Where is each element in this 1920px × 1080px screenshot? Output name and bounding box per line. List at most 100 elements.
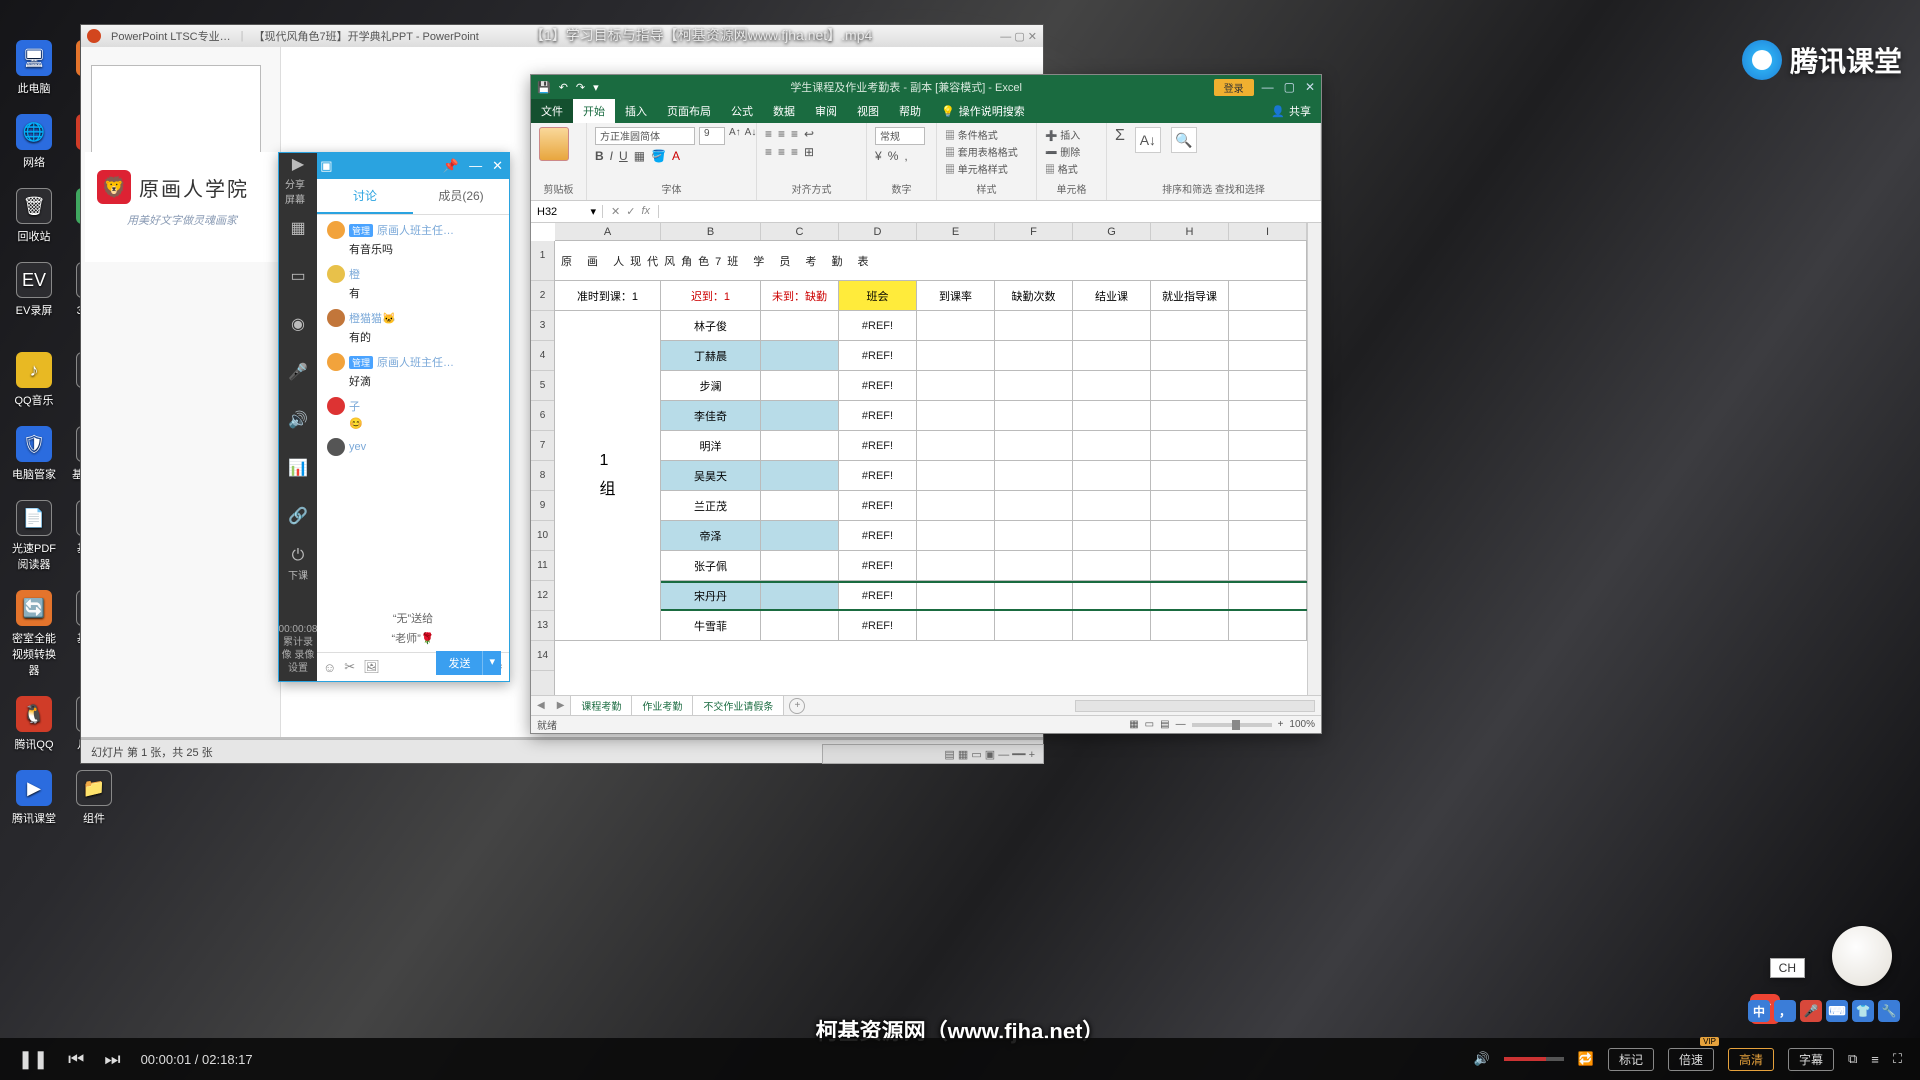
table-format-button[interactable]: ▦ 套用表格格式 (945, 144, 1018, 159)
shrink-font-icon[interactable]: A↓ (745, 127, 757, 145)
desktop-icon[interactable]: 🗑回收站 (12, 188, 56, 244)
tab-formula[interactable]: 公式 (721, 99, 763, 123)
speed-button[interactable]: 倍速 (1668, 1048, 1714, 1071)
view-break-icon[interactable]: ▤ (1160, 719, 1169, 730)
mark-button[interactable]: 标记 (1608, 1048, 1654, 1071)
mic-icon[interactable]: 🎤 (285, 355, 311, 389)
excel-titlebar[interactable]: 💾↶↷▾ 学生课程及作业考勤表 - 副本 [兼容模式] - Excel 登录 —… (531, 75, 1321, 99)
align-mid-icon[interactable]: ≡ (778, 127, 785, 141)
fill-color-icon[interactable]: 🪣 (651, 149, 666, 163)
close-icon[interactable]: ✕ (492, 158, 503, 174)
font-size-select[interactable]: 9 (699, 127, 725, 145)
tab-home[interactable]: 开始 (573, 99, 615, 123)
fx-cancel-icon[interactable]: ✕ (611, 205, 620, 218)
ime-punct-button[interactable]: ， (1774, 1000, 1796, 1022)
tab-layout[interactable]: 页面布局 (657, 99, 721, 123)
tab-discuss[interactable]: 讨论 (317, 179, 413, 214)
tab-view[interactable]: 视图 (847, 99, 889, 123)
align-right-icon[interactable]: ≡ (791, 145, 798, 159)
fx-icon[interactable]: fx (641, 205, 650, 218)
ime-lang-indicator[interactable]: CH (1770, 958, 1805, 978)
settings-player-icon[interactable]: ≡ (1871, 1052, 1879, 1067)
desktop-icon[interactable]: 🖥此电脑 (12, 40, 56, 96)
volume-slider[interactable] (1504, 1057, 1564, 1061)
font-name-select[interactable]: 方正准圆简体 (595, 127, 695, 145)
desktop-icon[interactable]: 🐧腾讯QQ (12, 696, 56, 752)
autosum-icon[interactable]: Σ (1115, 127, 1125, 145)
send-dropdown[interactable]: ▾ (482, 651, 501, 675)
desktop-icon[interactable]: 📄光速PDF阅读器 (12, 500, 56, 572)
clear-icon[interactable]: ✂ (344, 659, 355, 675)
min-icon[interactable]: — (469, 158, 482, 174)
view-normal-icon[interactable]: ▦ (1129, 719, 1138, 730)
ppt-view-toolbar[interactable]: ▤ ▦ ▭ ▣ — ━━ + (822, 744, 1044, 764)
image-icon[interactable]: 🖼 (363, 659, 380, 675)
ime-mic-button[interactable]: 🎤 (1800, 1000, 1822, 1022)
sheet-tab[interactable]: 作业考勤 (631, 695, 693, 716)
add-sheet-button[interactable]: + (789, 698, 805, 714)
number-format-select[interactable]: 常规 (875, 127, 925, 145)
sort-filter-button[interactable]: A↓ (1135, 127, 1161, 153)
row-headers[interactable]: 1234567891011121314 (531, 241, 555, 695)
login-button[interactable]: 登录 (1214, 79, 1254, 96)
tab-help[interactable]: 帮助 (889, 99, 931, 123)
percent-icon[interactable]: % (888, 149, 899, 163)
align-left-icon[interactable]: ≡ (765, 145, 772, 159)
desktop-icon[interactable]: 📁组件 (72, 770, 116, 826)
format-cells-button[interactable]: ▦ 格式 (1045, 161, 1078, 176)
tab-members[interactable]: 成员(26) (413, 179, 509, 214)
avatar-mascot[interactable] (1832, 926, 1902, 996)
fx-ok-icon[interactable]: ✓ (626, 205, 635, 218)
win-min-icon[interactable]: — (1262, 80, 1274, 94)
currency-icon[interactable]: ¥ (875, 149, 882, 163)
tab-file[interactable]: 文件 (531, 99, 573, 123)
ime-tool-button[interactable]: 🔧 (1878, 1000, 1900, 1022)
zoom-slider[interactable] (1192, 723, 1272, 727)
comma-icon[interactable]: , (904, 149, 907, 163)
desktop-icon[interactable]: ▶腾讯课堂 (12, 770, 56, 826)
sheet-tab[interactable]: 课程考勤 (570, 695, 632, 717)
tab-insert[interactable]: 插入 (615, 99, 657, 123)
tell-me[interactable]: 操作说明搜索 (959, 103, 1025, 119)
zoom-in-icon[interactable]: + (1278, 719, 1284, 730)
bold-icon[interactable]: B (595, 149, 604, 163)
win-close-icon[interactable]: ✕ (1305, 80, 1315, 94)
font-color-icon[interactable]: A (672, 149, 680, 163)
cell-style-button[interactable]: ▦ 单元格样式 (945, 161, 1008, 176)
excel-grid[interactable]: ABCDEFGHI 1234567891011121314 原 画 人现代风角色… (531, 223, 1321, 695)
pin-icon[interactable]: 📌 (443, 158, 459, 174)
side-video-icon[interactable]: ▭ (285, 259, 311, 293)
sheet-nav-next[interactable]: ▶ (551, 700, 571, 711)
volume-icon[interactable]: 🔊 (1474, 1051, 1490, 1067)
ime-cn-button[interactable]: 中 (1748, 1000, 1770, 1022)
side-ppt-icon[interactable]: ▦ (285, 211, 311, 245)
next-button[interactable]: ⏭ (104, 1049, 120, 1070)
undo-icon[interactable]: ↶ (559, 81, 568, 94)
stats-icon[interactable]: 📊 (285, 451, 311, 485)
send-button[interactable]: 发送 (436, 651, 482, 675)
insert-cells-button[interactable]: ➕ 插入 (1045, 127, 1080, 142)
paste-icon[interactable] (539, 127, 569, 161)
redo-icon[interactable]: ↷ (576, 81, 585, 94)
pip-icon[interactable]: ⧉ (1848, 1051, 1857, 1067)
find-select-button[interactable]: 🔍 (1171, 127, 1197, 153)
view-layout-icon[interactable]: ▭ (1145, 719, 1154, 730)
sheet-tab[interactable]: 不交作业请假条 (692, 695, 784, 716)
link-icon[interactable]: 🔗 (285, 499, 311, 533)
desktop-icon[interactable]: 🛡电脑管家 (12, 426, 56, 482)
tab-data[interactable]: 数据 (763, 99, 805, 123)
prev-button[interactable]: ⏮ (68, 1049, 84, 1070)
desktop-icon[interactable]: ♪QQ音乐 (12, 352, 56, 408)
align-bot-icon[interactable]: ≡ (791, 127, 798, 141)
share-button[interactable]: 共享 (1289, 103, 1311, 119)
sheet-nav-prev[interactable]: ◀ (531, 700, 551, 711)
merge-icon[interactable]: ⊞ (804, 145, 814, 159)
end-class-button[interactable]: ⏻下课 (285, 547, 311, 581)
grow-font-icon[interactable]: A↑ (729, 127, 741, 145)
desktop-icon[interactable]: EVEV录屏 (12, 262, 56, 334)
vertical-scrollbar[interactable] (1307, 223, 1321, 695)
align-center-icon[interactable]: ≡ (778, 145, 785, 159)
ime-skin-button[interactable]: 👕 (1852, 1000, 1874, 1022)
align-top-icon[interactable]: ≡ (765, 127, 772, 141)
play-pause-button[interactable]: ❚❚ (18, 1049, 48, 1070)
